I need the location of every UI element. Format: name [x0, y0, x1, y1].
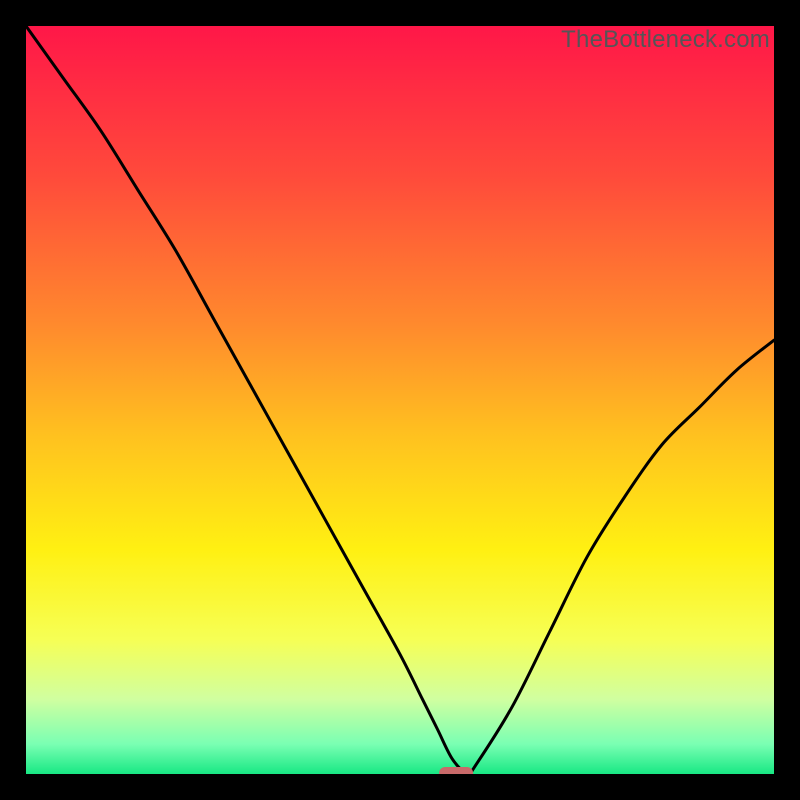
plot-area: TheBottleneck.com — [26, 26, 774, 774]
curve-layer — [26, 26, 774, 774]
bottleneck-curve — [26, 26, 774, 774]
chart-frame: TheBottleneck.com — [0, 0, 800, 800]
minimum-marker — [439, 767, 473, 774]
